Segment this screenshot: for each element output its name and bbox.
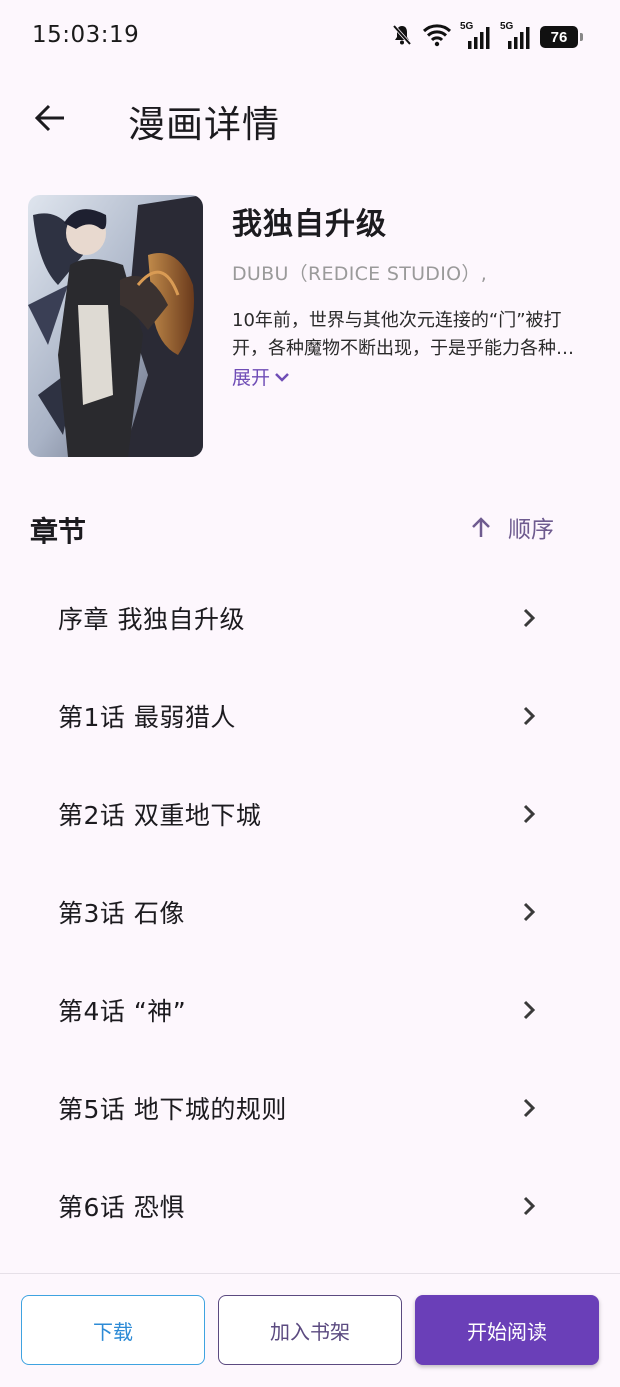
chapter-item[interactable]: 第6话 恐惧 <box>0 1158 620 1256</box>
expand-button[interactable]: 展开 <box>232 363 290 390</box>
status-bar: 15:03:19 5G 5G 76 <box>0 0 620 74</box>
battery-icon: 76 <box>540 26 583 48</box>
chapter-label: 序章 我独自升级 <box>58 605 245 634</box>
chapter-list: 序章 我独自升级 第1话 最弱猎人 第2话 双重地下城 第3话 石像 第4话 “… <box>0 570 620 1256</box>
comic-info: 我独自升级 DUBU（REDICE STUDIO）, 10年前，世界与其他次元连… <box>0 195 620 460</box>
back-button[interactable] <box>26 92 74 144</box>
comic-title: 我独自升级 <box>232 207 387 242</box>
chevron-right-icon <box>523 608 536 628</box>
comic-author: DUBU（REDICE STUDIO）, <box>232 263 488 285</box>
add-to-bookshelf-button[interactable]: 加入书架 <box>218 1295 402 1365</box>
signal-1-icon: 5G <box>460 21 492 50</box>
status-icons: 5G 5G 76 <box>390 21 583 52</box>
chapter-label: 第6话 恐惧 <box>58 1193 185 1222</box>
wifi-icon <box>422 23 452 51</box>
chevron-right-icon <box>523 804 536 824</box>
comic-description: 10年前，世界与其他次元连接的“门”被打开，各种魔物不断出现，于是乎能力各种各样… <box>232 310 574 359</box>
page-title: 漫画详情 <box>128 103 280 146</box>
chapter-label: 第2话 双重地下城 <box>58 801 262 830</box>
chapter-label: 第4话 “神” <box>58 997 187 1026</box>
chapter-item[interactable]: 第2话 双重地下城 <box>0 766 620 864</box>
status-time: 15:03:19 <box>32 22 140 48</box>
chevron-right-icon <box>523 1000 536 1020</box>
bottom-action-bar: 下载 加入书架 开始阅读 <box>0 1273 620 1387</box>
chevron-right-icon <box>523 902 536 922</box>
signal-2-icon: 5G <box>500 21 532 50</box>
chapter-item[interactable]: 第3话 石像 <box>0 864 620 962</box>
chapter-label: 第5话 地下城的规则 <box>58 1095 287 1124</box>
comic-cover-image <box>28 195 203 457</box>
top-app-bar: 漫画详情 <box>0 74 620 162</box>
chapter-section-title: 章节 <box>30 515 87 548</box>
sort-order-button[interactable]: 顺序 <box>470 510 554 544</box>
chapter-item[interactable]: 序章 我独自升级 <box>0 570 620 668</box>
chevron-right-icon <box>523 706 536 726</box>
expand-label: 展开 <box>232 367 271 389</box>
chapter-item[interactable]: 第4话 “神” <box>0 962 620 1060</box>
download-button[interactable]: 下载 <box>21 1295 205 1365</box>
chapter-section-header: 章节 顺序 <box>0 500 620 560</box>
chapter-item[interactable]: 第1话 最弱猎人 <box>0 668 620 766</box>
start-reading-button[interactable]: 开始阅读 <box>415 1295 599 1365</box>
chevron-right-icon <box>523 1196 536 1216</box>
bell-muted-icon <box>390 23 414 51</box>
chapter-item[interactable]: 第5话 地下城的规则 <box>0 1060 620 1158</box>
sort-order-label: 顺序 <box>508 517 554 543</box>
chapter-label: 第1话 最弱猎人 <box>58 703 236 732</box>
chapter-label: 第3话 石像 <box>58 899 185 928</box>
arrow-left-icon <box>34 104 64 132</box>
chevron-right-icon <box>523 1098 536 1118</box>
chevron-down-icon <box>275 372 289 382</box>
arrow-up-icon <box>472 517 490 537</box>
